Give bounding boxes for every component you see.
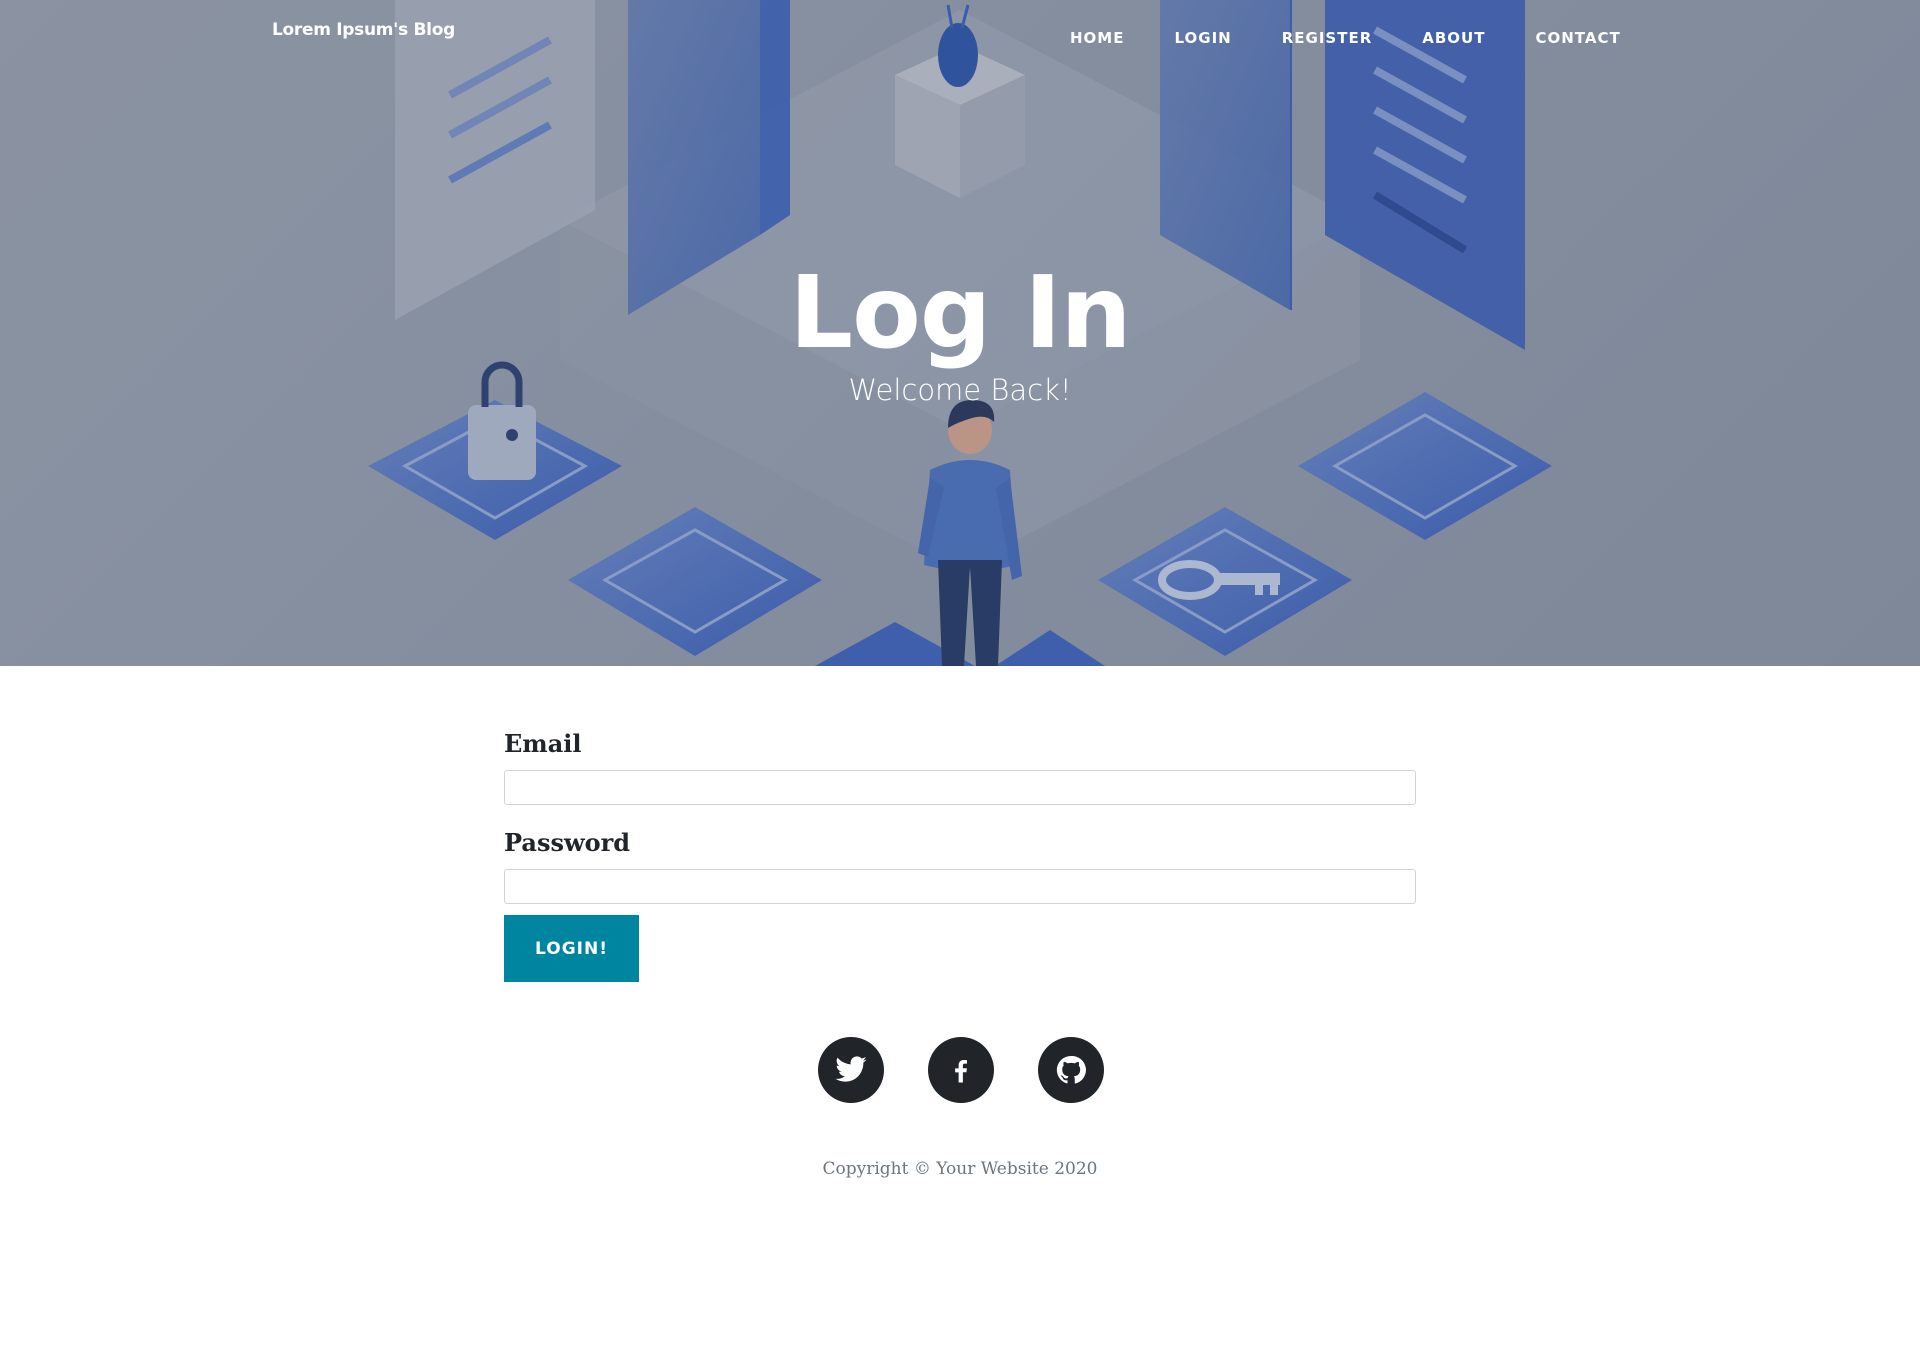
- login-button[interactable]: LOGIN!: [504, 915, 639, 982]
- login-form: Email Password LOGIN!: [504, 728, 1416, 982]
- nav-item-login: LOGIN: [1174, 28, 1231, 47]
- github-icon: [1056, 1055, 1086, 1084]
- twitter-icon: [835, 1056, 867, 1082]
- nav-item-contact: CONTACT: [1535, 28, 1620, 47]
- facebook-button[interactable]: [928, 1037, 994, 1103]
- nav-item-about: ABOUT: [1422, 28, 1485, 47]
- email-label: Email: [504, 729, 582, 758]
- twitter-button[interactable]: [818, 1037, 884, 1103]
- page-title: Log In: [789, 254, 1131, 371]
- password-label: Password: [504, 828, 631, 857]
- nav-link-home[interactable]: HOME: [1070, 29, 1124, 47]
- password-field[interactable]: [504, 869, 1416, 904]
- copyright-text: Copyright © Your Website 2020: [822, 1159, 1098, 1179]
- brand-link[interactable]: Lorem Ipsum's Blog: [272, 20, 455, 40]
- social-links: [818, 1037, 1104, 1103]
- nav-link-login[interactable]: LOGIN: [1174, 29, 1231, 47]
- nav-link-about[interactable]: ABOUT: [1422, 29, 1485, 47]
- nav-item-home: HOME: [1070, 28, 1124, 47]
- hero-header: Lorem Ipsum's Blog HOME LOGIN REGISTER A…: [0, 0, 1920, 666]
- main-nav: HOME LOGIN REGISTER ABOUT CONTACT: [1070, 28, 1621, 47]
- nav-link-contact[interactable]: CONTACT: [1535, 29, 1620, 47]
- email-field[interactable]: [504, 770, 1416, 805]
- nav-link-register[interactable]: REGISTER: [1282, 29, 1373, 47]
- facebook-icon: [955, 1060, 967, 1083]
- page-heading: Log In Welcome Back!: [0, 258, 1920, 408]
- page-subtitle: Welcome Back!: [848, 373, 1072, 407]
- github-button[interactable]: [1038, 1037, 1104, 1103]
- nav-item-register: REGISTER: [1282, 28, 1373, 47]
